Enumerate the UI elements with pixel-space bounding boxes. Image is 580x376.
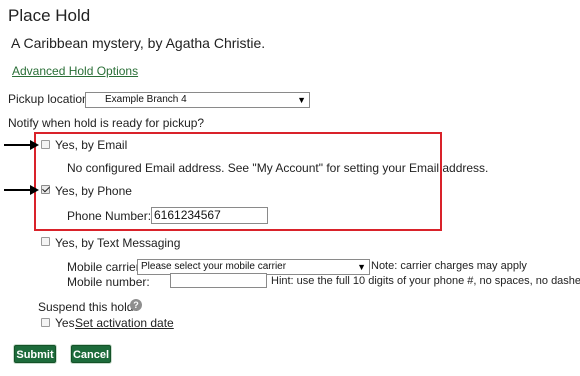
mobile-number-label: Mobile number: [67, 275, 150, 289]
email-checkbox[interactable] [41, 140, 50, 149]
suspend-yes-checkbox[interactable] [41, 318, 50, 327]
sms-checkbox[interactable] [41, 237, 50, 246]
annotation-arrow-phone-shaft [4, 189, 32, 191]
phone-checkbox[interactable] [41, 185, 50, 194]
submit-button[interactable]: Submit [14, 345, 56, 363]
suspend-yes-label[interactable]: Yes [55, 316, 75, 330]
page-title: Place Hold [8, 6, 91, 25]
suspend-hold-label: Suspend this hold? [38, 300, 141, 314]
pickup-location-label: Pickup location: [8, 92, 93, 106]
mobile-number-hint: Hint: use the full 10 digits of your pho… [271, 275, 580, 287]
help-icon[interactable]: ? [130, 299, 142, 311]
mobile-number-input[interactable] [170, 273, 267, 288]
phone-number-label: Phone Number: [67, 209, 152, 223]
annotation-arrow-email-shaft [4, 144, 32, 146]
annotation-arrow-email-icon [30, 140, 39, 150]
dropdown-arrow-icon: ▼ [297, 95, 306, 105]
set-activation-date-link[interactable]: Set activation date [75, 316, 174, 330]
dropdown-arrow-icon: ▼ [357, 262, 366, 272]
item-title: A Caribbean mystery, by Agatha Christie. [11, 35, 266, 51]
notify-question-label: Notify when hold is ready for pickup? [8, 116, 205, 130]
cancel-button[interactable]: Cancel [71, 345, 111, 363]
mobile-carrier-value: Please select your mobile carrier [141, 261, 287, 272]
mobile-carrier-label: Mobile carrier: [67, 260, 144, 274]
pickup-location-select[interactable]: Example Branch 4 ▼ [85, 92, 310, 108]
email-not-configured-message: No configured Email address. See "My Acc… [67, 161, 489, 175]
pickup-location-value: Example Branch 4 [105, 94, 187, 105]
advanced-hold-options-link[interactable]: Advanced Hold Options [12, 64, 138, 78]
sms-option-label[interactable]: Yes, by Text Messaging [55, 236, 180, 250]
email-option-label[interactable]: Yes, by Email [55, 138, 127, 152]
phone-number-input[interactable]: 6161234567 [151, 207, 268, 224]
annotation-arrow-phone-icon [30, 185, 39, 195]
carrier-charges-note: Note: carrier charges may apply [371, 260, 527, 272]
phone-option-label[interactable]: Yes, by Phone [55, 184, 132, 198]
